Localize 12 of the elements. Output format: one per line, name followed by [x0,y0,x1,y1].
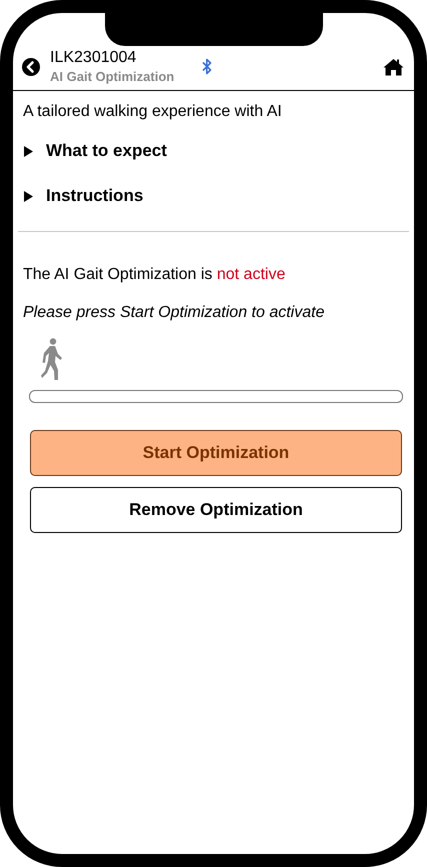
instruction-text: Please press Start Optimization to activate [23,304,326,322]
home-icon[interactable] [383,58,404,76]
disclosure-item[interactable]: Instructions [23,186,404,206]
intro-text: A tailored walking experience with AI [23,103,283,121]
status-text: The AI Gait Optimization is not active [23,266,286,284]
back-icon[interactable] [22,58,40,76]
screen-subtitle: AI Gait Optimization [50,69,174,84]
walking-person-icon [41,338,63,380]
remove-button[interactable]: Remove Optimization [30,487,402,533]
device-title: ILK2301004 [50,49,138,67]
disclosure-item[interactable]: What to expect [23,141,404,161]
start-button[interactable]: Start Optimization [30,430,402,476]
